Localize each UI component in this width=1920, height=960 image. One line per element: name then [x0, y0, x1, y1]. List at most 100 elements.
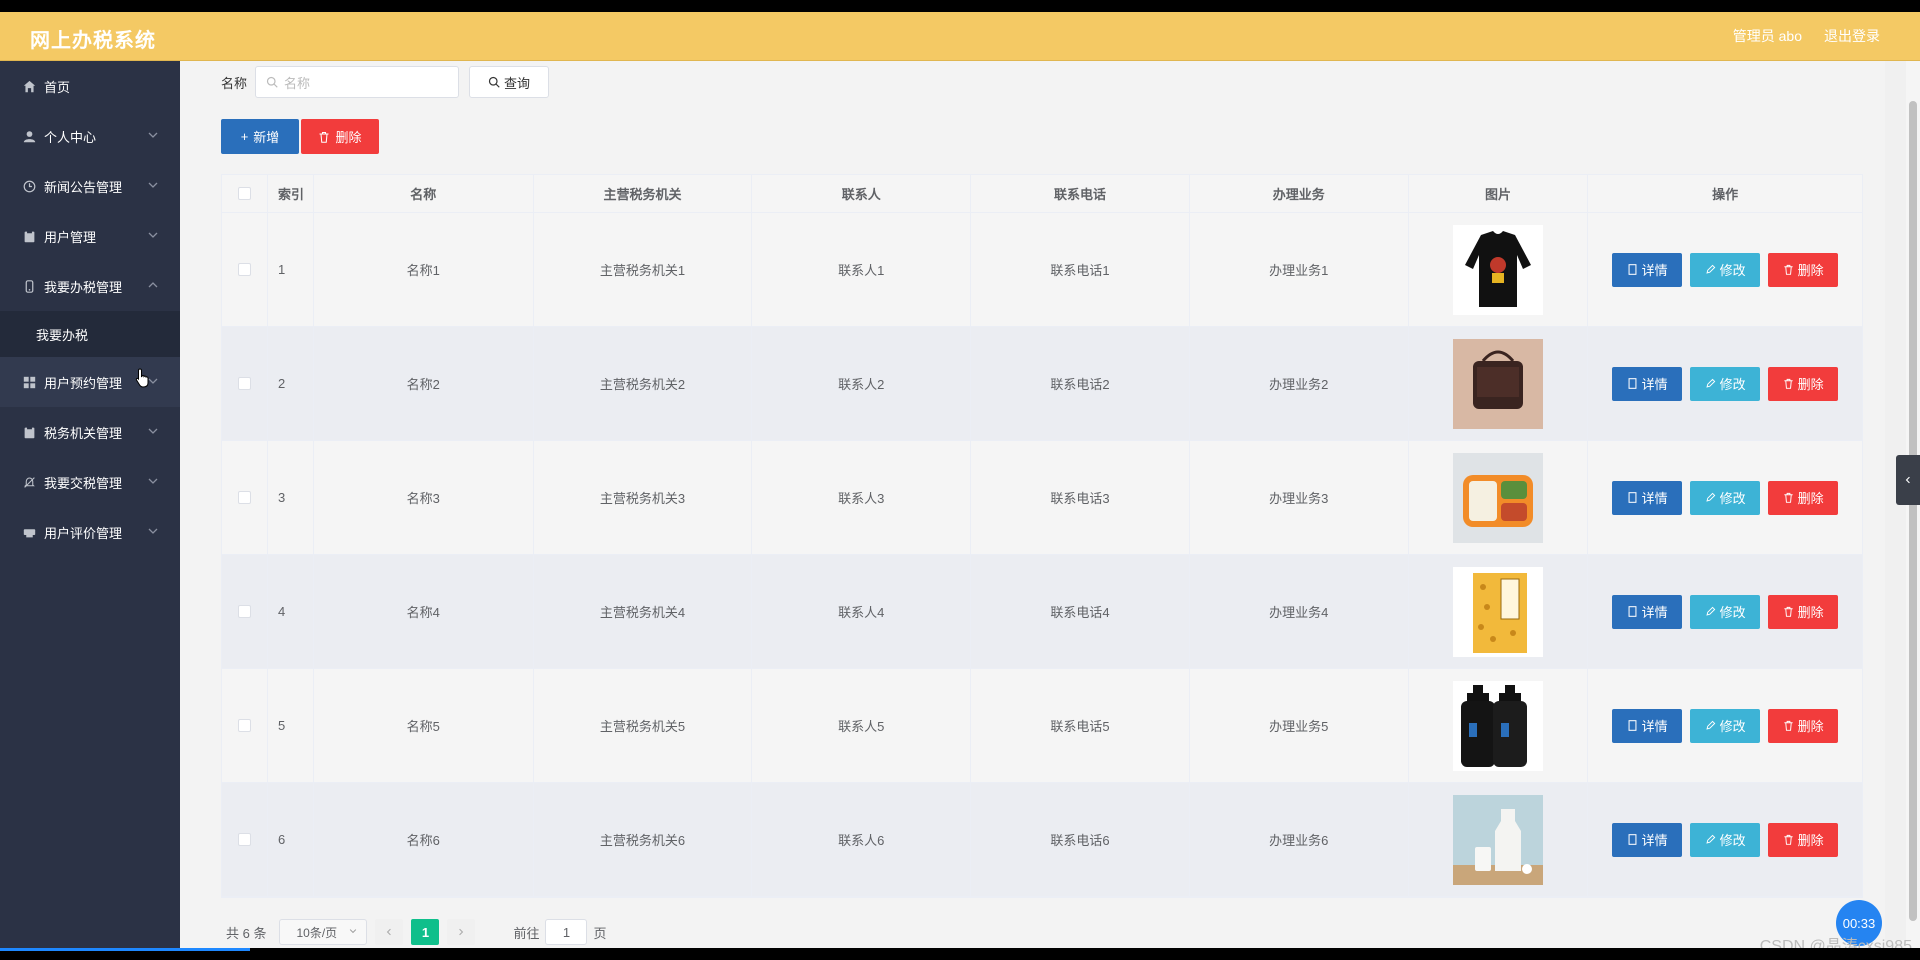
- sidebar-item-tax-handling[interactable]: 我要办税管理: [0, 261, 180, 311]
- app-window: 网上办税系统 管理员 abo 退出登录 首页 个人中心 新闻公告管理 用户管理: [0, 12, 1920, 948]
- product-image[interactable]: [1452, 224, 1543, 315]
- pagination: 共 6 条 10条/页 1 前往 1 页: [226, 919, 607, 945]
- sidebar-item-label: 个人中心: [44, 129, 97, 145]
- row-checkbox[interactable]: [237, 833, 251, 846]
- phone-cell: 联系电话3: [971, 441, 1190, 554]
- image-cell: [1409, 327, 1589, 440]
- sidebar-item-appointments[interactable]: 用户预约管理: [0, 357, 180, 407]
- detail-button[interactable]: 详情: [1612, 594, 1683, 629]
- contact-cell: 联系人2: [752, 327, 972, 440]
- pencil-icon: [1706, 834, 1715, 844]
- side-panel-toggle[interactable]: [1896, 455, 1920, 505]
- business-cell: 办理业务2: [1190, 327, 1409, 440]
- edit-button[interactable]: 修改: [1690, 366, 1761, 401]
- delete-button[interactable]: 删除: [1768, 252, 1839, 287]
- table-row[interactable]: 3 名称3 主营税务机关3 联系人3 联系电话3 办理业务3 详情 修改 删除: [222, 441, 1862, 555]
- sidebar-item-news[interactable]: 新闻公告管理: [0, 161, 180, 211]
- phone-cell: 联系电话4: [971, 555, 1190, 668]
- detail-button[interactable]: 详情: [1612, 708, 1683, 743]
- column-header: 名称: [314, 175, 534, 212]
- sidebar: 首页 个人中心 新闻公告管理 用户管理 我要办税管理 我要办税 用户预约管理 税…: [0, 61, 180, 948]
- sidebar-item-users[interactable]: 用户管理: [0, 211, 180, 261]
- authority-cell: 主营税务机关2: [534, 327, 753, 440]
- page-size-value: 10条/页: [296, 925, 338, 940]
- business-cell: 办理业务4: [1190, 555, 1409, 668]
- edit-button[interactable]: 修改: [1690, 708, 1761, 743]
- sidebar-item-tax-authority[interactable]: 税务机关管理: [0, 407, 180, 457]
- add-button[interactable]: + 新增: [221, 119, 299, 154]
- table-row[interactable]: 2 名称2 主营税务机关2 联系人2 联系电话2 办理业务2 详情 修改 删除: [222, 327, 1862, 441]
- logout-link[interactable]: 退出登录: [1824, 26, 1880, 46]
- index-cell: 6: [268, 783, 314, 896]
- edit-label: 修改: [1719, 719, 1746, 734]
- edit-button[interactable]: 修改: [1690, 822, 1761, 857]
- name-cell: 名称4: [314, 555, 534, 668]
- submenu-item-tax[interactable]: 我要办税: [0, 311, 180, 357]
- edit-button[interactable]: 修改: [1690, 594, 1761, 629]
- product-image[interactable]: [1452, 566, 1543, 657]
- table-row[interactable]: 1 名称1 主营税务机关1 联系人1 联系电话1 办理业务1 详情 修改 删除: [222, 213, 1862, 327]
- sidebar-item-home[interactable]: 首页: [0, 61, 180, 111]
- trash-icon: [1784, 720, 1793, 731]
- table-row[interactable]: 5 名称5 主营税务机关5 联系人5 联系电话5 办理业务5 详情 修改 删除: [222, 669, 1862, 783]
- document-icon: [1628, 834, 1637, 845]
- operations-cell: 详情 修改 删除: [1588, 213, 1862, 326]
- edit-button[interactable]: 修改: [1690, 480, 1761, 515]
- row-checkbox[interactable]: [237, 491, 251, 504]
- bulk-delete-button[interactable]: 删除: [301, 119, 379, 154]
- column-header: 联系电话: [971, 175, 1190, 212]
- business-cell: 办理业务3: [1190, 441, 1409, 554]
- sidebar-item-reviews[interactable]: 用户评价管理: [0, 507, 180, 557]
- admin-label[interactable]: 管理员 abo: [1733, 26, 1802, 46]
- sidebar-item-tax-payment[interactable]: 我要交税管理: [0, 457, 180, 507]
- delete-button[interactable]: 删除: [1768, 594, 1839, 629]
- printer-icon: [22, 525, 36, 539]
- next-page-button[interactable]: [447, 919, 476, 945]
- goto-page-input[interactable]: 1: [545, 919, 588, 945]
- row-checkbox[interactable]: [237, 605, 251, 618]
- search-input[interactable]: 名称: [255, 66, 460, 98]
- detail-button[interactable]: 详情: [1612, 480, 1683, 515]
- edit-label: 修改: [1719, 833, 1746, 848]
- detail-button[interactable]: 详情: [1612, 366, 1683, 401]
- name-cell: 名称1: [314, 213, 534, 326]
- product-image[interactable]: [1452, 452, 1543, 543]
- detail-button[interactable]: 详情: [1612, 252, 1683, 287]
- delete-button[interactable]: 删除: [1768, 480, 1839, 515]
- table-row[interactable]: 6 名称6 主营税务机关6 联系人6 联系电话6 办理业务6 详情 修改 删除: [222, 783, 1862, 897]
- delete-label: 删除: [1797, 605, 1824, 620]
- pencil-icon: [1706, 606, 1715, 616]
- delete-button[interactable]: 删除: [1768, 822, 1839, 857]
- page-size-select[interactable]: 10条/页: [279, 919, 368, 945]
- delete-label: 删除: [1797, 719, 1824, 734]
- edit-label: 修改: [1719, 377, 1746, 392]
- row-checkbox[interactable]: [237, 377, 251, 390]
- page-number-button[interactable]: 1: [411, 919, 440, 945]
- pencil-icon: [1706, 492, 1715, 502]
- table-row[interactable]: 4 名称4 主营税务机关4 联系人4 联系电话4 办理业务4 详情 修改 删除: [222, 555, 1862, 669]
- business-cell: 办理业务6: [1190, 783, 1409, 896]
- select-all-checkbox[interactable]: [237, 187, 251, 200]
- delete-button[interactable]: 删除: [1768, 366, 1839, 401]
- product-image[interactable]: [1452, 338, 1543, 429]
- chevron-right-icon: [459, 928, 464, 936]
- edit-button[interactable]: 修改: [1690, 252, 1761, 287]
- prev-page-button[interactable]: [375, 919, 404, 945]
- authority-cell: 主营税务机关5: [534, 669, 753, 782]
- query-button[interactable]: 查询: [469, 66, 550, 98]
- phone-cell: 联系电话6: [971, 783, 1190, 896]
- business-cell: 办理业务1: [1190, 213, 1409, 326]
- delete-button[interactable]: 删除: [1768, 708, 1839, 743]
- product-image[interactable]: [1452, 680, 1543, 771]
- product-image[interactable]: [1452, 794, 1543, 885]
- sidebar-item-personal[interactable]: 个人中心: [0, 111, 180, 161]
- detail-label: 详情: [1641, 377, 1668, 392]
- detail-button[interactable]: 详情: [1612, 822, 1683, 857]
- row-checkbox[interactable]: [237, 719, 251, 732]
- document-icon: [1628, 606, 1637, 617]
- scroll-thumb[interactable]: [1909, 101, 1917, 921]
- row-checkbox[interactable]: [237, 263, 251, 276]
- operations-cell: 详情 修改 删除: [1588, 441, 1862, 554]
- row-select-cell: [222, 555, 268, 668]
- table-body: 1 名称1 主营税务机关1 联系人1 联系电话1 办理业务1 详情 修改 删除 2 名称2 主营税务机…: [222, 213, 1862, 897]
